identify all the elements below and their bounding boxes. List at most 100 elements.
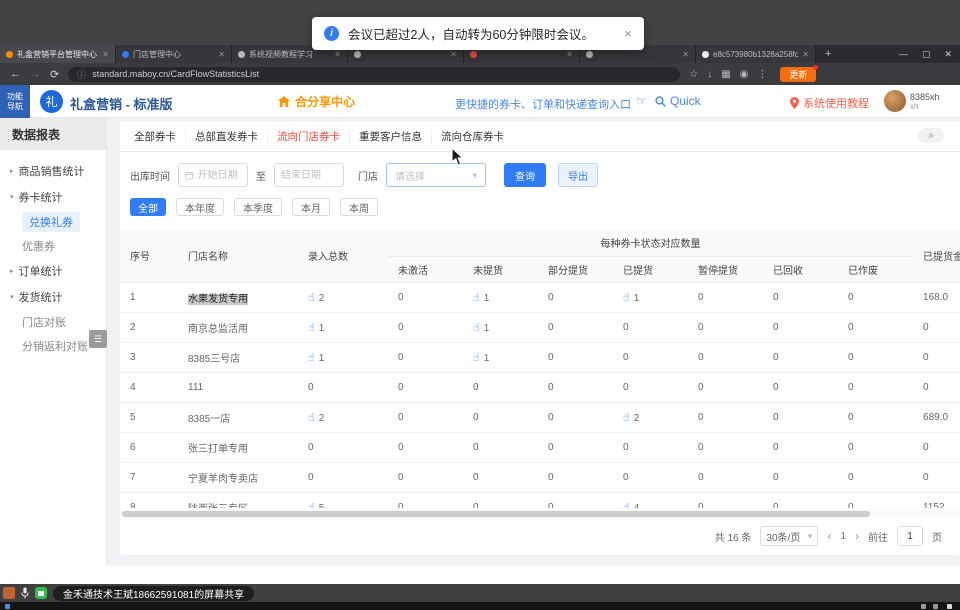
page-size-select[interactable]: 30条/页 ▾ — [760, 526, 818, 546]
chip-all[interactable]: 全部 — [130, 198, 166, 216]
sidebar-item-order-stats[interactable]: ▸ 订单统计 — [0, 258, 106, 284]
hand-pointer-icon[interactable]: ☝ — [308, 322, 315, 334]
sidebar-item-label: 发货统计 — [19, 289, 63, 305]
forward-icon[interactable]: → — [30, 68, 41, 80]
chip-week[interactable]: 本周 — [340, 198, 378, 216]
cell-value: 0 — [388, 372, 463, 402]
screen-share-bar: 金禾通技术王斌18662591081的屏幕共享 — [0, 584, 960, 602]
hand-pointer-icon[interactable]: ☝ — [308, 352, 315, 364]
download-icon[interactable]: ↓ — [707, 69, 712, 80]
tab-close-icon[interactable]: ✕ — [802, 50, 809, 59]
hand-pointer-icon[interactable]: ☝ — [473, 322, 480, 334]
taskbar-app-icon[interactable] — [5, 604, 10, 609]
start-date-field[interactable] — [198, 170, 241, 181]
back-icon[interactable]: ← — [10, 68, 21, 80]
tab-close-icon[interactable]: ✕ — [682, 50, 689, 59]
bookmark-star-icon[interactable]: ☆ — [689, 69, 698, 80]
hand-pointer-icon[interactable]: ☝ — [308, 292, 315, 304]
cell-value: 0 — [388, 312, 463, 342]
cell-value: 0 — [838, 402, 913, 432]
refresh-icon[interactable]: ⟳ — [50, 68, 59, 81]
hand-pointer-icon[interactable]: ☝ — [308, 502, 315, 509]
scrollbar-thumb[interactable] — [122, 511, 870, 517]
cell-value: 0 — [613, 312, 688, 342]
sidebar-item-coupon-stats[interactable]: ▾ 券卡统计 — [0, 184, 106, 210]
tab-close-icon[interactable]: ✕ — [218, 50, 225, 59]
cell-value: 0 — [388, 282, 463, 312]
profile-icon[interactable]: ◉ — [740, 69, 749, 80]
expand-button[interactable]: » — [918, 128, 944, 143]
table-row: 7宁夏羊肉专卖店000000000 — [120, 462, 960, 492]
search-button[interactable]: 查询 — [504, 163, 546, 187]
sidebar-item-product-stats[interactable]: ▸ 商品销售统计 — [0, 158, 106, 184]
toast-close-icon[interactable]: × — [624, 26, 632, 41]
tab-close-icon[interactable]: ✕ — [102, 50, 109, 59]
tab-hq-direct-cards[interactable]: 总部直发券卡 — [186, 129, 268, 144]
chip-quarter[interactable]: 本季度 — [234, 198, 282, 216]
sidebar-item-exchange-coupon[interactable]: 兑换礼券 — [0, 210, 106, 234]
extensions-icon[interactable]: ▦ — [721, 69, 730, 80]
hand-pointer-icon[interactable]: ☝ — [473, 352, 480, 364]
sidebar-item-label: 商品销售统计 — [19, 163, 85, 179]
cell-value: 0 — [838, 282, 913, 312]
browser-tab-title: 礼盒营销平台管理中心 — [17, 49, 98, 60]
table-row: 4111000000000 — [120, 372, 960, 402]
end-date-input[interactable] — [274, 163, 344, 187]
new-tab-button[interactable]: + — [816, 45, 840, 63]
pin-icon — [790, 97, 799, 109]
tray-icon[interactable] — [933, 604, 938, 609]
sidebar-collapse-handle[interactable]: ☰ — [89, 330, 107, 348]
table-row: 1水果发货专用☝20☝10☝1000168.0 — [120, 282, 960, 312]
site-info-icon[interactable]: ⓘ — [77, 68, 86, 81]
tab-all-cards[interactable]: 全部券卡 — [125, 129, 186, 144]
cell-value: 0 — [913, 372, 960, 402]
microphone-icon[interactable] — [21, 587, 29, 599]
hand-pointer-icon[interactable]: ☝ — [473, 292, 480, 304]
minimize-icon[interactable]: — — [899, 49, 908, 59]
share-center-link[interactable]: 合分享中心 — [277, 93, 355, 110]
tray-icon[interactable] — [947, 604, 952, 609]
start-date-input[interactable] — [178, 163, 248, 187]
function-nav-toggle[interactable]: 功能 导航 — [0, 85, 30, 118]
hand-pointer-icon[interactable]: ☝ — [623, 502, 630, 509]
tab-warehouse-flow-cards[interactable]: 流向仓库券卡 — [432, 129, 513, 144]
cell-value: 0 — [688, 402, 763, 432]
maximize-icon[interactable]: ▢ — [922, 49, 931, 60]
user-avatar[interactable] — [884, 90, 906, 112]
table-row: 58385一店☝2000☝2000689.0 — [120, 402, 960, 432]
browser-tab-0[interactable]: 礼盒营销平台管理中心 ✕ — [0, 45, 116, 63]
quick-search-link[interactable]: Quick — [655, 94, 701, 108]
sidebar-item-discount-coupon[interactable]: 优惠券 — [0, 234, 106, 258]
cell-value: 0 — [613, 462, 688, 492]
cell-value: 0 — [538, 432, 613, 462]
goto-page-input[interactable] — [897, 526, 923, 546]
export-button[interactable]: 导出 — [558, 163, 598, 187]
tutorial-link[interactable]: 系统使用教程 — [790, 95, 869, 111]
sidebar-item-shipping-stats[interactable]: ▾ 发货统计 — [0, 284, 106, 310]
tray-icon[interactable] — [921, 604, 926, 609]
browser-update-button[interactable]: 更新 — [780, 67, 816, 82]
browser-tab-1[interactable]: 门店管理中心 ✕ — [116, 45, 232, 63]
tab-close-icon[interactable]: ✕ — [450, 50, 457, 59]
chip-month[interactable]: 本月 — [292, 198, 330, 216]
tab-store-flow-cards[interactable]: 流向门店券卡 — [268, 129, 350, 144]
hand-pointer-icon[interactable]: ☝ — [308, 412, 315, 424]
chip-year[interactable]: 本年度 — [176, 198, 224, 216]
close-icon[interactable]: ✕ — [944, 49, 952, 60]
tab-close-icon[interactable]: ✕ — [334, 50, 341, 59]
browser-tab-6[interactable]: e8c573980b1328a258fd2a6li ✕ — [696, 45, 816, 63]
hand-pointer-icon[interactable]: ☝ — [623, 292, 630, 304]
tab-vip-customer-info[interactable]: 重要客户信息 — [350, 129, 432, 144]
end-date-field[interactable] — [281, 170, 337, 181]
hand-pointer-icon[interactable]: ☝ — [623, 412, 630, 424]
prev-page-button[interactable]: ‹ — [827, 529, 831, 543]
cell-value: 0 — [388, 342, 463, 372]
nav-toggle-label: 功能 — [7, 92, 23, 102]
url-bar[interactable]: ⓘ standard.maboy.cn/CardFlowStatisticsLi… — [68, 67, 680, 82]
cell-value: 0 — [763, 342, 838, 372]
browser-menu-icon[interactable]: ⋮ — [757, 69, 767, 80]
tab-close-icon[interactable]: ✕ — [566, 50, 573, 59]
store-select[interactable]: 请选择 ▾ — [386, 163, 486, 187]
page-number[interactable]: 1 — [840, 531, 846, 542]
next-page-button[interactable]: › — [855, 529, 859, 543]
